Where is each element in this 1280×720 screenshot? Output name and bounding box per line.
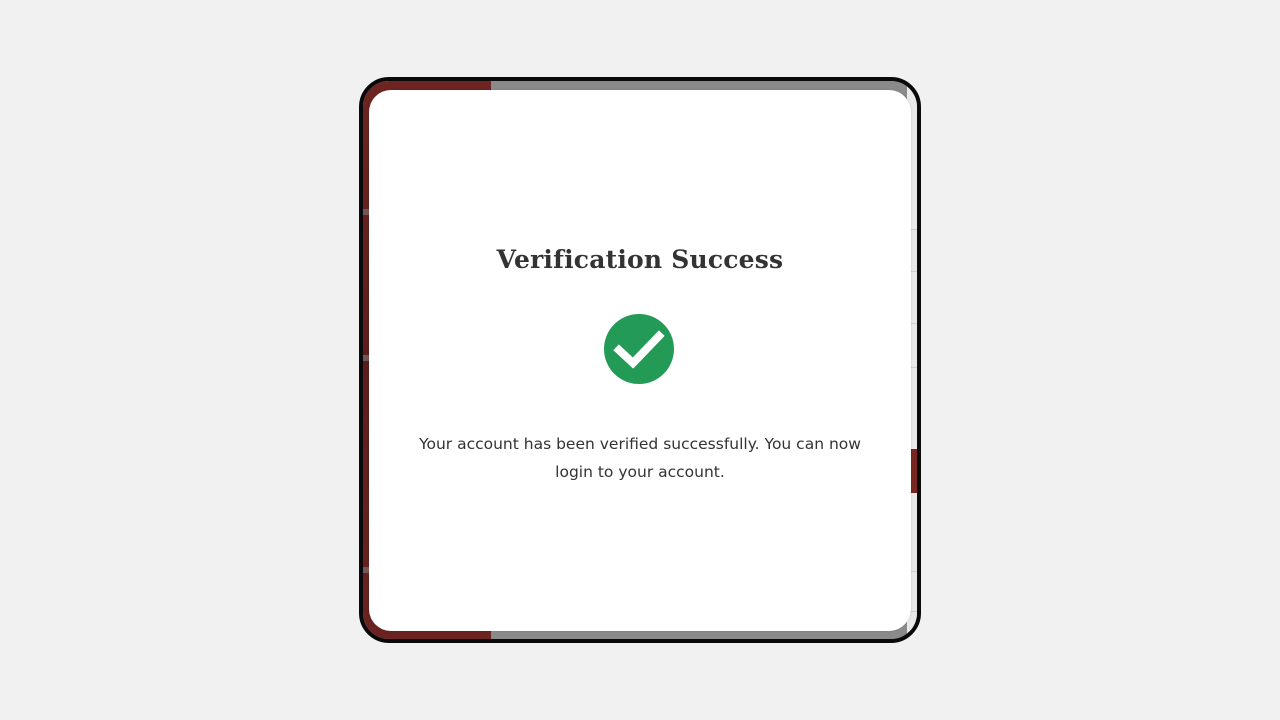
device-frame: Verification Success Your account has be…	[359, 77, 921, 643]
modal-title: Verification Success	[496, 245, 784, 274]
check-circle-icon	[604, 314, 674, 384]
modal-message: Your account has been verified successfu…	[419, 435, 861, 481]
verification-success-modal: Verification Success Your account has be…	[369, 90, 911, 631]
